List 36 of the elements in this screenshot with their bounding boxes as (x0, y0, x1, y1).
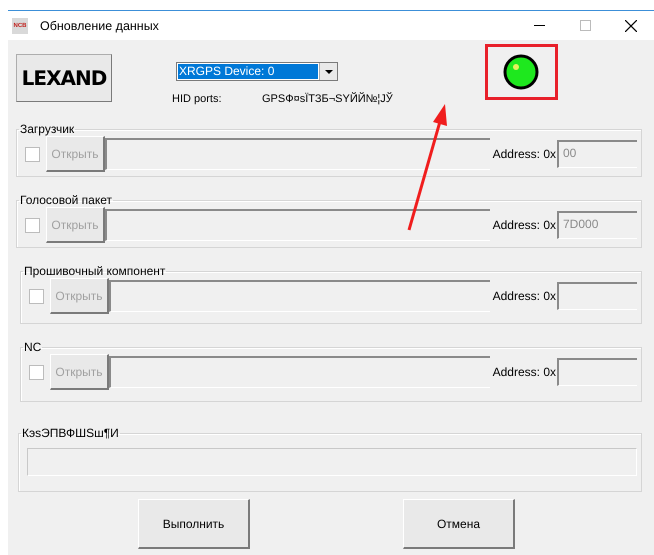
group-title: NC (23, 340, 42, 354)
caret-icon (324, 70, 332, 74)
window-title: Обновление данных (40, 18, 160, 32)
group-title: Загрузчик (19, 122, 76, 136)
address-field[interactable]: 00 (557, 140, 637, 168)
open-button[interactable]: Открыть (50, 354, 109, 390)
close-icon (625, 20, 637, 32)
address-field[interactable] (557, 358, 637, 386)
checkbox[interactable] (29, 288, 44, 304)
open-button[interactable]: Открыть (46, 207, 105, 243)
maximize-icon (580, 20, 590, 31)
file-path-field[interactable] (105, 138, 490, 170)
action-button[interactable]: Выполнить (138, 499, 250, 549)
group-title: Голосовой пакет (19, 193, 114, 207)
device-dropdown[interactable]: XRGPS Device: 0 (176, 62, 338, 81)
action-button[interactable]: Отмена (403, 499, 515, 549)
checkbox[interactable] (29, 364, 44, 380)
address-field[interactable] (557, 282, 637, 310)
address-label: Address: 0x (492, 289, 556, 303)
address-label: Address: 0x (492, 365, 556, 379)
checkbox[interactable] (25, 146, 40, 162)
address-field[interactable]: 7D000 (557, 211, 637, 239)
hid-ports-value: GPSФ¤sЇТЗБ¬SYЙЙ№¦JЎ (262, 93, 393, 105)
address-label: Address: 0x (492, 147, 556, 161)
address-label: Address: 0x (492, 218, 556, 232)
file-path-field[interactable] (105, 209, 490, 241)
file-path-field[interactable] (109, 356, 490, 388)
minimize-icon (534, 25, 544, 26)
hid-ports-label: HID ports: (172, 93, 223, 105)
checkbox[interactable] (25, 218, 40, 232)
open-button[interactable]: Открыть (50, 278, 109, 314)
file-path-field[interactable] (109, 280, 490, 312)
logo-button[interactable]: LEXAND (16, 54, 112, 102)
group-title: Прошивочный компонент (23, 264, 166, 278)
open-button[interactable]: Открыть (46, 136, 105, 172)
group-title: КэsЭПВФШSш¶И (21, 426, 120, 440)
